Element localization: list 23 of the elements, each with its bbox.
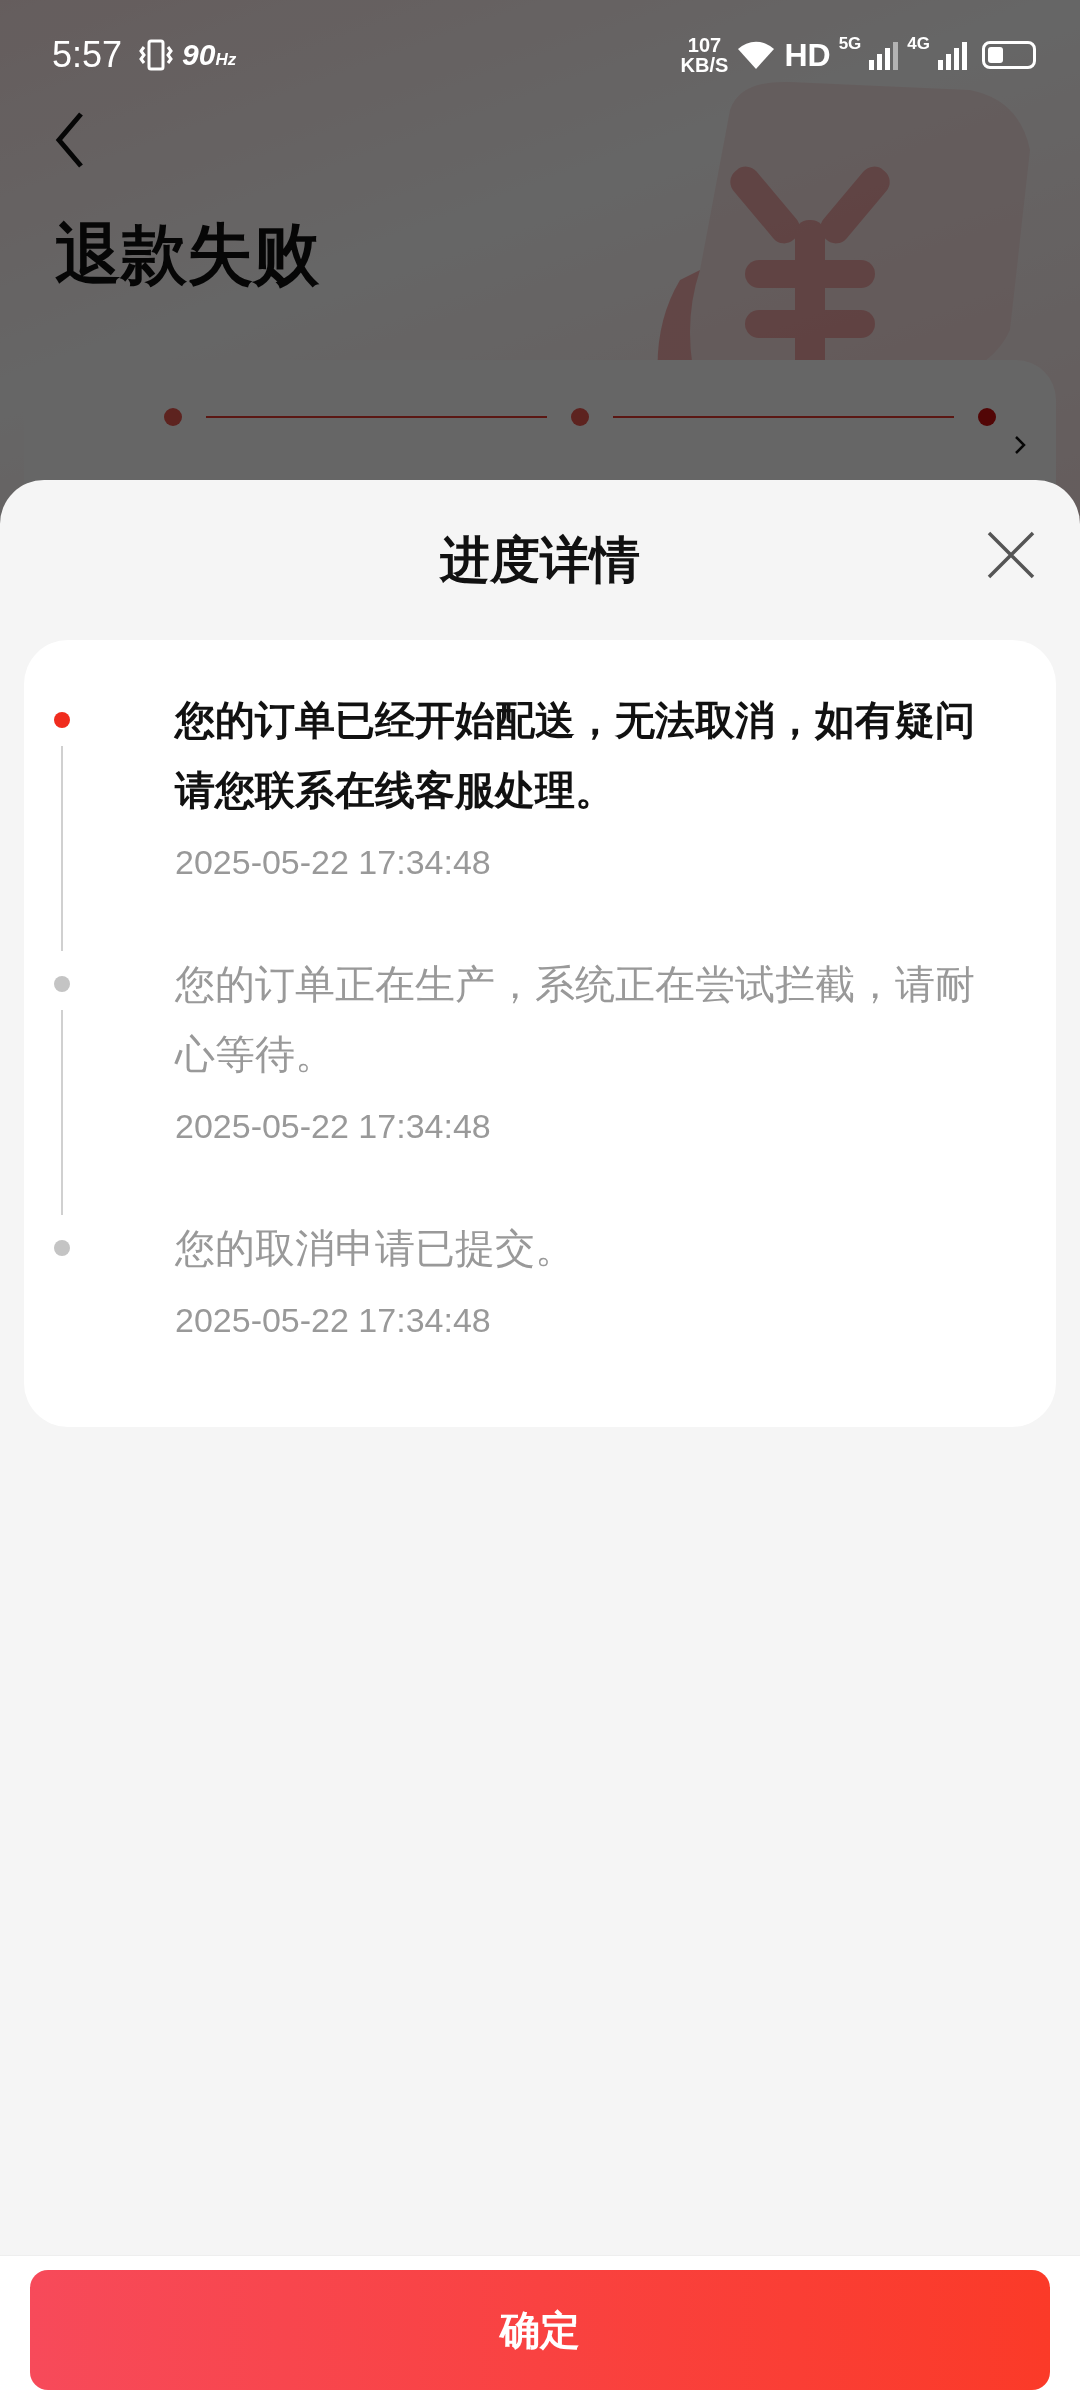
page-title: 退款失败 (55, 215, 320, 295)
refresh-rate: 90Hz (182, 38, 237, 72)
event-time: 2025-05-22 17:34:48 (175, 1300, 492, 1341)
wifi-icon (736, 39, 777, 71)
network-type: 4G (907, 34, 930, 54)
vibrate-icon (138, 37, 175, 73)
sheet-title: 进度详情 (440, 529, 640, 591)
network-type: 5G (838, 34, 862, 54)
chevron-right-icon[interactable] (1014, 435, 1026, 455)
signal-icon (938, 40, 968, 70)
event-text: 您的订单正在生产，系统正在尝试拦截，请耐心等待。 (175, 960, 976, 1079)
close-icon[interactable] (986, 530, 1036, 580)
network-speed: 107 KB/S (680, 35, 729, 75)
event-time: 2025-05-22 17:34:48 (175, 1106, 492, 1147)
hd-label: HD (784, 36, 831, 74)
confirm-button[interactable]: 确定 (30, 2270, 1050, 2390)
event-text: 您的订单已经开始配送，无法取消，如有疑问请您联系在线客服处理。 (175, 696, 976, 815)
status-time: 5:57 (52, 34, 123, 76)
back-icon[interactable] (55, 110, 85, 170)
event-time: 2025-05-22 17:34:48 (175, 842, 492, 883)
event-text: 您的取消申请已提交。 (175, 1224, 576, 1273)
signal-icon (869, 40, 900, 70)
battery-icon (982, 41, 1036, 69)
